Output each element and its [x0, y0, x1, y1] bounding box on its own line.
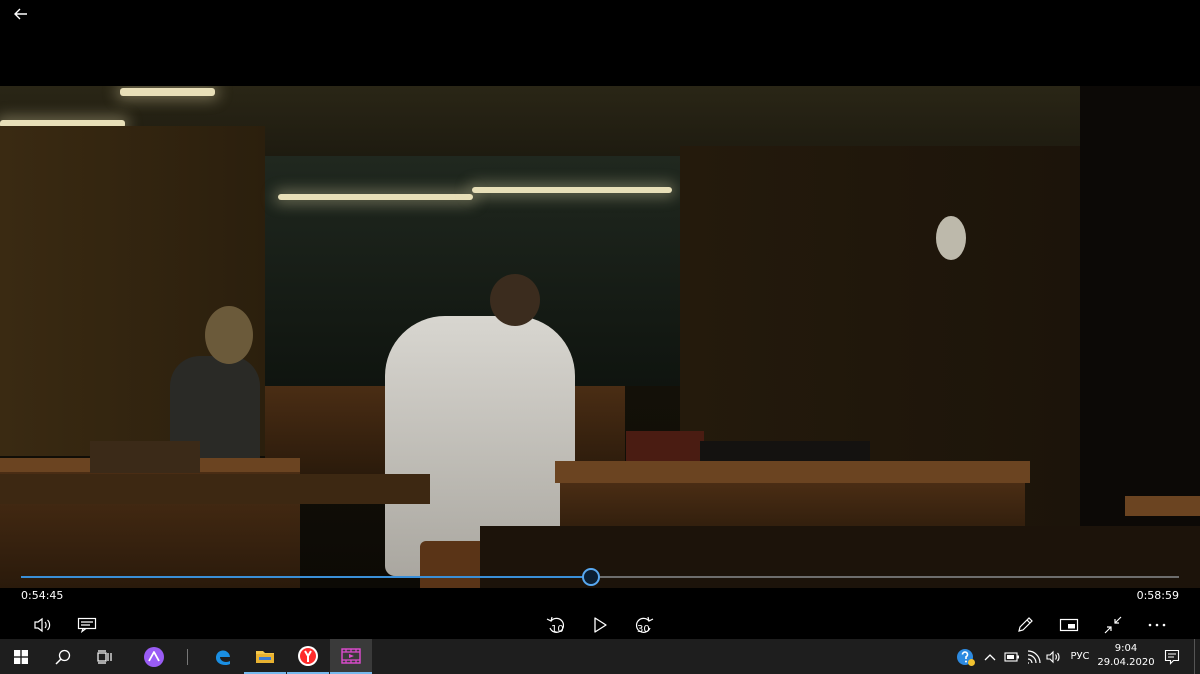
- skip-back-button[interactable]: 10: [542, 612, 570, 638]
- show-desktop-button[interactable]: [1194, 639, 1200, 674]
- arrow-left-icon: [14, 8, 27, 20]
- action-center-button[interactable]: [1158, 639, 1186, 674]
- more-button[interactable]: [1143, 612, 1171, 638]
- language-indicator: РУС: [1070, 651, 1090, 662]
- task-view-icon: [97, 649, 112, 664]
- taskbar-edge[interactable]: [202, 639, 244, 674]
- taskbar-separator: [187, 649, 188, 665]
- start-button[interactable]: [0, 639, 42, 674]
- tray-battery[interactable]: [1001, 639, 1023, 674]
- play-button[interactable]: [586, 612, 614, 638]
- alice-icon: [144, 646, 164, 667]
- notification-icon: [1164, 649, 1180, 665]
- video-frame[interactable]: [0, 86, 1200, 588]
- player-controls: 10 30: [0, 604, 1200, 640]
- exit-fullscreen-icon: [1104, 616, 1122, 634]
- skip-forward-button[interactable]: 30: [630, 612, 658, 638]
- seek-bar[interactable]: [21, 568, 1179, 586]
- tray-show-hidden[interactable]: [980, 639, 1000, 674]
- folder-icon: [256, 650, 274, 663]
- pencil-icon: [1018, 617, 1033, 632]
- edit-button[interactable]: [1011, 612, 1039, 638]
- scene-window-light: [472, 187, 672, 193]
- tray-language[interactable]: РУС: [1065, 639, 1095, 674]
- scene-woman-head: [205, 306, 253, 364]
- search-button[interactable]: [42, 639, 84, 674]
- yandex-browser-icon: [298, 645, 318, 666]
- seek-bar-progress: [21, 576, 592, 578]
- volume-button[interactable]: [29, 612, 57, 638]
- scene-desk-top: [1125, 496, 1200, 516]
- back-button[interactable]: [8, 4, 34, 24]
- scene-desk-top: [555, 461, 1030, 483]
- film-icon: [341, 647, 361, 664]
- taskbar-yandex-browser[interactable]: [287, 639, 329, 674]
- search-icon: [55, 649, 71, 665]
- taskbar-clock[interactable]: 9:04 29.04.2020: [1096, 642, 1156, 670]
- task-view-button[interactable]: [84, 639, 126, 674]
- play-icon: [594, 617, 607, 633]
- windows-logo-icon: [14, 649, 28, 664]
- taskbar-time: 9:04: [1114, 643, 1138, 654]
- taskbar-movies-tv[interactable]: [330, 639, 372, 674]
- top-bar: [0, 0, 1200, 86]
- scene-ceiling-light: [120, 88, 215, 96]
- scene-man-head: [490, 274, 540, 326]
- subtitles-button[interactable]: [73, 612, 101, 638]
- tray-volume[interactable]: [1043, 639, 1065, 674]
- skip-forward-label: 30: [637, 624, 650, 635]
- exit-fullscreen-button[interactable]: [1099, 612, 1127, 638]
- tray-network[interactable]: [1023, 639, 1045, 674]
- wifi-icon: [1027, 649, 1041, 664]
- taskbar-date: 29.04.2020: [1097, 657, 1155, 668]
- more-icon: [1148, 623, 1166, 627]
- scene-table-top: [0, 474, 430, 504]
- battery-icon: [1004, 651, 1019, 662]
- speaker-icon: [1046, 650, 1060, 663]
- chevron-up-icon: [984, 653, 996, 660]
- taskbar-file-explorer[interactable]: [244, 639, 286, 674]
- scene-wall-clock: [936, 216, 966, 260]
- speaker-icon: [34, 617, 51, 633]
- mini-view-button[interactable]: [1055, 612, 1083, 638]
- mini-view-icon: [1059, 618, 1079, 632]
- total-time: 0:58:59: [1136, 589, 1179, 602]
- subtitles-icon: [77, 617, 97, 633]
- alice-assistant-button[interactable]: [133, 639, 175, 674]
- edge-icon: [215, 649, 230, 665]
- skip-back-label: 10: [551, 624, 564, 635]
- help-icon: [957, 648, 975, 666]
- scene-books: [90, 441, 200, 473]
- scene-window-light: [278, 194, 473, 200]
- current-time: 0:54:45: [21, 589, 64, 602]
- tray-help[interactable]: [953, 639, 979, 674]
- windows-taskbar: РУС 9:04 29.04.2020: [0, 639, 1200, 674]
